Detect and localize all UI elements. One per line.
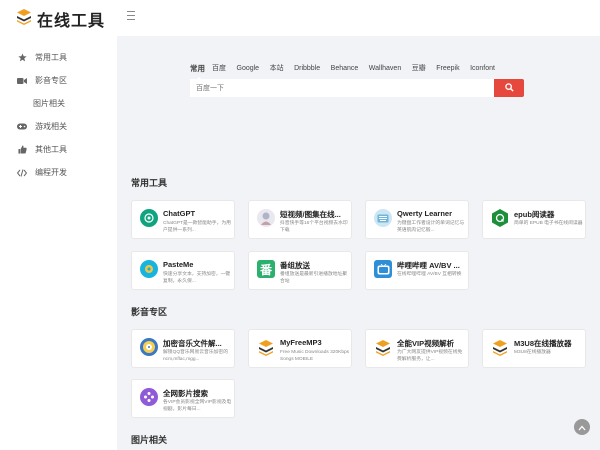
tab-behance[interactable]: Behance [331, 63, 359, 74]
tool-card-chatgpt[interactable]: ChatGPT ChatGPT是一款智能助手，为用户提供一系列... [131, 200, 235, 239]
pasteme-icon [140, 260, 158, 278]
card-description: M3U8在线播放器 [514, 350, 551, 355]
card-description: 快速分享文本，支持加密，一键复制，永久保... [163, 272, 231, 284]
music-unlock-icon [140, 338, 158, 356]
card-title: 全能VIP视频解析 [397, 339, 455, 348]
card-description: 为键盘工作者设计的单词记忆与英语肌肉记忆锻... [397, 221, 465, 233]
tab-iconfont[interactable]: Iconfont [470, 63, 495, 74]
chevron-up-icon [578, 418, 586, 436]
stack-layers-icon [374, 338, 392, 356]
epub-hexagon-icon [491, 209, 509, 227]
hamburger-menu-icon[interactable] [127, 11, 139, 23]
card-title: Qwerty Learner [397, 209, 453, 218]
card-description: Free Music Downloads 320Kbps Songs MOBIL… [280, 350, 350, 362]
card-title: 全网影片搜索 [163, 389, 208, 398]
sidebar-item-programming[interactable]: 编程开发 [0, 161, 117, 184]
tab-this-site[interactable]: 本站 [270, 61, 284, 75]
sidebar-nav: 常用工具 影音专区 图片相关 游戏相关 其他工具 编程开发 [0, 46, 117, 184]
search-icon [504, 79, 514, 97]
logo-text: 在线工具 [37, 13, 106, 30]
search-button[interactable] [494, 79, 524, 97]
sidebar-item-label: 其他工具 [35, 145, 67, 154]
card-description: 各VIP会员影视全网VIP影视及电视剧，影片每日... [163, 400, 232, 412]
card-description: 抖音快手等16个平台视频去水印下载 [280, 221, 348, 233]
stack-layers-icon [16, 8, 32, 30]
card-description: ChatGPT是一款智能助手，为用户提供一系列... [163, 221, 231, 233]
tool-card-movie-search[interactable]: 全网影片搜索 各VIP会员影视全网VIP影视及电视剧，影片每日... [131, 379, 235, 418]
tool-card-myfreemp3[interactable]: MyFreeMP3 Free Music Downloads 320Kbps S… [248, 329, 352, 368]
section-title-images: 图片相关 [131, 435, 168, 445]
tab-baidu[interactable]: 百度 [212, 61, 226, 75]
card-description: 简单的 EPUB 电子书在线阅读器 [514, 221, 583, 226]
film-reel-icon [140, 388, 158, 406]
tool-card-qwerty-learner[interactable]: Qwerty Learner 为键盘工作者设计的单词记忆与英语肌肉记忆锻... [365, 200, 469, 239]
sidebar-item-games[interactable]: 游戏相关 [0, 115, 117, 138]
stack-layers-icon [257, 338, 275, 356]
thumbs-up-icon [17, 145, 27, 155]
bilibili-tv-icon [374, 260, 392, 278]
section-title-common: 常用工具 [131, 178, 168, 188]
card-description: 解锁QQ音乐网易云音乐加密的ncm,mflac,mgg... [163, 350, 229, 362]
tool-card-music-unlock[interactable]: 加密音乐文件解... 解锁QQ音乐网易云音乐加密的ncm,mflac,mgg..… [131, 329, 235, 368]
keyboard-icon [374, 209, 392, 227]
sidebar-item-label: 图片相关 [33, 99, 65, 108]
card-title: 加密音乐文件解... [163, 339, 222, 348]
star-icon [17, 53, 27, 63]
card-title: 番组放送 [280, 261, 310, 270]
card-description: 在线哔哩哔哩 AV/BV 互相转换 [397, 272, 462, 277]
sidebar-item-images[interactable]: 图片相关 [0, 92, 117, 115]
stack-layers-icon [491, 338, 509, 356]
sidebar-item-media[interactable]: 影音专区 [0, 69, 117, 92]
search-engine-tabs: 常用 百度 Google 本站 Dribbble Behance Wallhav… [190, 60, 524, 80]
search-input[interactable] [190, 79, 494, 97]
top-bar [117, 0, 600, 36]
tool-card-bangumi[interactable]: 番 番组放送 番组放送是最新引进播放地址聚合站 [248, 251, 352, 290]
tool-card-m3u8-player[interactable]: M3U8在线播放器 M3U8在线播放器 [482, 329, 586, 368]
sidebar-item-label: 常用工具 [35, 53, 67, 62]
sidebar: 在线工具 常用工具 影音专区 图片相关 游戏相关 其他工具 编程开发 [0, 0, 117, 450]
card-title: PasteMe [163, 260, 194, 269]
sidebar-item-label: 游戏相关 [35, 122, 67, 131]
sidebar-item-label: 影音专区 [35, 76, 67, 85]
card-title: ChatGPT [163, 209, 196, 218]
tab-douban[interactable]: 豆瓣 [412, 61, 426, 75]
card-description: 番组放送是最新引进播放地址聚合站 [280, 272, 348, 284]
back-to-top-button[interactable] [574, 419, 590, 435]
sidebar-item-label: 编程开发 [35, 168, 67, 177]
tab-common[interactable]: 常用 [190, 61, 205, 80]
tab-dribbble[interactable]: Dribbble [294, 63, 320, 74]
bangumi-icon: 番 [257, 260, 275, 278]
tool-card-video-download[interactable]: 短视频/图集在线... 抖音快手等16个平台视频去水印下载 [248, 200, 352, 239]
card-title: MyFreeMP3 [280, 338, 322, 347]
anime-avatar-icon [257, 209, 275, 227]
tab-wallhaven[interactable]: Wallhaven [369, 63, 401, 74]
card-title: M3U8在线播放器 [514, 339, 572, 348]
code-icon [17, 168, 27, 178]
section-title-media: 影音专区 [131, 307, 168, 317]
search-box: 常用 百度 Google 本站 Dribbble Behance Wallhav… [190, 60, 524, 97]
site-logo[interactable]: 在线工具 [16, 8, 105, 30]
tab-google[interactable]: Google [237, 63, 260, 74]
sidebar-item-common-tools[interactable]: 常用工具 [0, 46, 117, 69]
chatgpt-icon [140, 209, 158, 227]
card-title: epub阅读器 [514, 210, 555, 219]
tool-card-vip-video-parse[interactable]: 全能VIP视频解析 为广大网友提供VIP视频在线免费解析服务，让... [365, 329, 469, 368]
tool-card-pasteme[interactable]: PasteMe 快速分享文本，支持加密，一键复制，永久保... [131, 251, 235, 290]
card-description: 为广大网友提供VIP视频在线免费解析服务，让... [397, 350, 463, 362]
gamepad-icon [17, 122, 27, 132]
video-camera-icon [17, 76, 27, 86]
tool-card-bilibili-converter[interactable]: 哔哩哔哩 AV/BV ... 在线哔哩哔哩 AV/BV 互相转换 [365, 251, 469, 290]
card-title: 短视频/图集在线... [280, 210, 341, 219]
tab-freepik[interactable]: Freepik [436, 63, 459, 74]
tool-card-epub-reader[interactable]: epub阅读器 简单的 EPUB 电子书在线阅读器 [482, 200, 586, 239]
card-title: 哔哩哔哩 AV/BV ... [397, 261, 460, 270]
sidebar-item-other-tools[interactable]: 其他工具 [0, 138, 117, 161]
